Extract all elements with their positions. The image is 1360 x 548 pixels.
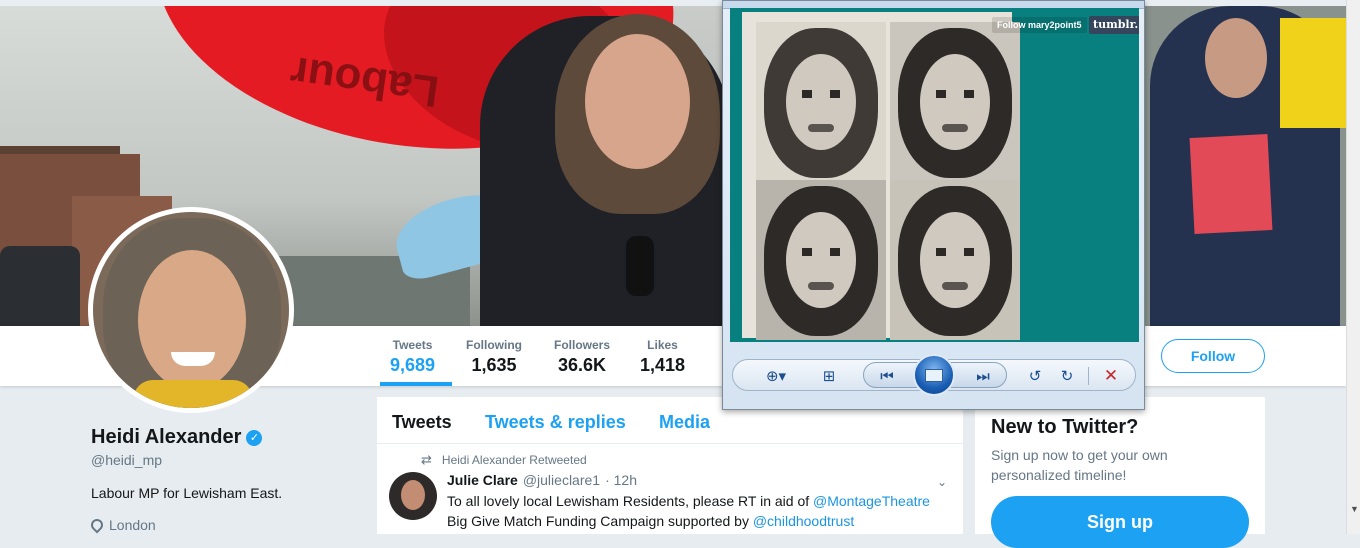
tweet-text-part: To all lovely local Lewisham Residents, … xyxy=(447,493,814,509)
active-stat-underline xyxy=(380,382,452,386)
avatar-face xyxy=(138,250,246,390)
stat-label: Tweets xyxy=(392,338,433,352)
location-text: London xyxy=(109,517,156,533)
profile-handle[interactable]: @heidi_mp xyxy=(91,452,162,468)
avatar[interactable] xyxy=(88,207,294,413)
zoom-icon[interactable]: ⊕▾ xyxy=(759,365,793,387)
stat-likes[interactable]: Likes 1,418 xyxy=(640,338,685,376)
photo-face xyxy=(920,54,990,150)
fit-to-window-icon[interactable]: ⊞ xyxy=(817,365,841,387)
viewer-photo-4 xyxy=(890,180,1020,340)
slideshow-icon[interactable] xyxy=(913,354,955,396)
viewer-image: Follow mary2point5 tumblr. xyxy=(730,8,1139,342)
timeline: Tweets Tweets & replies Media ⇄ Heidi Al… xyxy=(377,397,963,534)
previous-icon[interactable]: ⏮ xyxy=(875,365,899,387)
banner-umbrella-handle xyxy=(626,236,654,296)
avatar-scarf xyxy=(133,380,253,408)
photo-eyes xyxy=(936,90,974,98)
stat-following[interactable]: Following 1,635 xyxy=(466,338,522,376)
scroll-down-arrow-icon[interactable]: ▼ xyxy=(1350,504,1359,514)
stat-label: Followers xyxy=(554,338,611,352)
retweet-icon: ⇄ xyxy=(421,452,432,467)
photo-mouth xyxy=(942,282,968,290)
banner-person-face xyxy=(585,34,690,169)
tweet-mention-childhoodtrust[interactable]: @childhoodtrust xyxy=(753,513,854,529)
profile-name[interactable]: Heidi Alexander ✓ xyxy=(91,426,263,449)
tab-tweets[interactable]: Tweets xyxy=(392,412,452,433)
signup-button[interactable]: Sign up xyxy=(991,496,1249,548)
photo-face xyxy=(786,54,856,150)
location-pin-icon xyxy=(88,516,106,534)
signup-panel-title: New to Twitter? xyxy=(991,416,1139,438)
profile-location: London xyxy=(88,516,156,534)
photo-eyes xyxy=(802,248,840,256)
photo-eyes xyxy=(936,248,974,256)
rotate-right-icon[interactable]: ↻ xyxy=(1055,365,1079,387)
photo-mouth xyxy=(808,282,834,290)
banner-leaflets xyxy=(1189,134,1273,234)
tab-media[interactable]: Media xyxy=(659,412,710,433)
viewer-photo-1 xyxy=(756,22,886,182)
stat-value: 9,689 xyxy=(390,355,436,375)
tweet-mention-montagetheatre[interactable]: @MontageTheatre xyxy=(813,493,930,509)
viewer-magazine-page xyxy=(742,12,1020,340)
photo-eyes xyxy=(802,90,840,98)
retweet-context: ⇄ Heidi Alexander Retweeted xyxy=(421,452,587,468)
signup-panel: New to Twitter? Sign up now to get your … xyxy=(975,397,1265,548)
next-icon[interactable]: ⏭ xyxy=(971,365,995,387)
tweet-text: To all lovely local Lewisham Residents, … xyxy=(447,491,947,531)
photo-face xyxy=(786,212,856,308)
stat-followers[interactable]: Followers 36.6K xyxy=(554,338,610,376)
stat-tweets[interactable]: Tweets 9,689 xyxy=(390,338,435,376)
rotate-left-icon[interactable]: ↺ xyxy=(1023,365,1047,387)
photo-viewer-window[interactable]: Follow mary2point5 tumblr. ⊕▾ ⊞ ⏮ ⏭ ↺ ↻ … xyxy=(722,0,1145,410)
stat-label: Following xyxy=(466,338,522,352)
tab-tweets-replies[interactable]: Tweets & replies xyxy=(485,412,626,433)
signup-panel-text: Sign up now to get your own personalized… xyxy=(991,447,1168,483)
tweet-author-avatar[interactable] xyxy=(389,472,437,520)
slideshow-screen xyxy=(925,368,943,382)
banner-right-face xyxy=(1205,18,1267,98)
photo-face xyxy=(920,212,990,308)
tweet-author-handle[interactable]: @julieclare1 xyxy=(523,472,600,488)
tumblr-logo: tumblr. xyxy=(1089,16,1139,34)
stat-value: 36.6K xyxy=(557,355,607,375)
viewer-toolbar: ⊕▾ ⊞ ⏮ ⏭ ↺ ↻ ✕ xyxy=(732,354,1136,396)
tweet-text-part: Big Give Match Funding Campaign supporte… xyxy=(447,513,753,529)
profile-name-text: Heidi Alexander xyxy=(91,426,242,448)
page-scrollbar[interactable]: ▼ xyxy=(1346,0,1360,534)
tweet-timestamp[interactable]: · 12h xyxy=(605,472,637,488)
tweet-menu-chevron-icon[interactable]: ⌄ xyxy=(937,475,947,489)
photo-mouth xyxy=(942,124,968,132)
viewer-follow-overlay: Follow mary2point5 xyxy=(992,17,1087,33)
viewer-photo-3 xyxy=(756,180,886,340)
banner-car xyxy=(0,246,80,326)
stat-value: 1,635 xyxy=(471,355,517,375)
viewer-photo-2 xyxy=(890,22,1020,182)
verified-icon: ✓ xyxy=(246,429,263,446)
toolbar-separator xyxy=(1088,367,1089,385)
follow-button[interactable]: Follow xyxy=(1161,339,1265,373)
stat-value: 1,418 xyxy=(640,355,686,375)
stat-label: Likes xyxy=(647,338,678,352)
tweet-header: Julie Clare @julieclare1 · 12h xyxy=(447,472,637,488)
delete-icon[interactable]: ✕ xyxy=(1099,365,1123,387)
profile-bio: Labour MP for Lewisham East. xyxy=(91,485,283,501)
tweet-author-name[interactable]: Julie Clare xyxy=(447,472,518,488)
banner-warning-sign xyxy=(1280,18,1346,128)
retweet-note[interactable]: Heidi Alexander Retweeted xyxy=(442,453,587,467)
avatar-photo xyxy=(93,212,289,408)
photo-mouth xyxy=(808,124,834,132)
